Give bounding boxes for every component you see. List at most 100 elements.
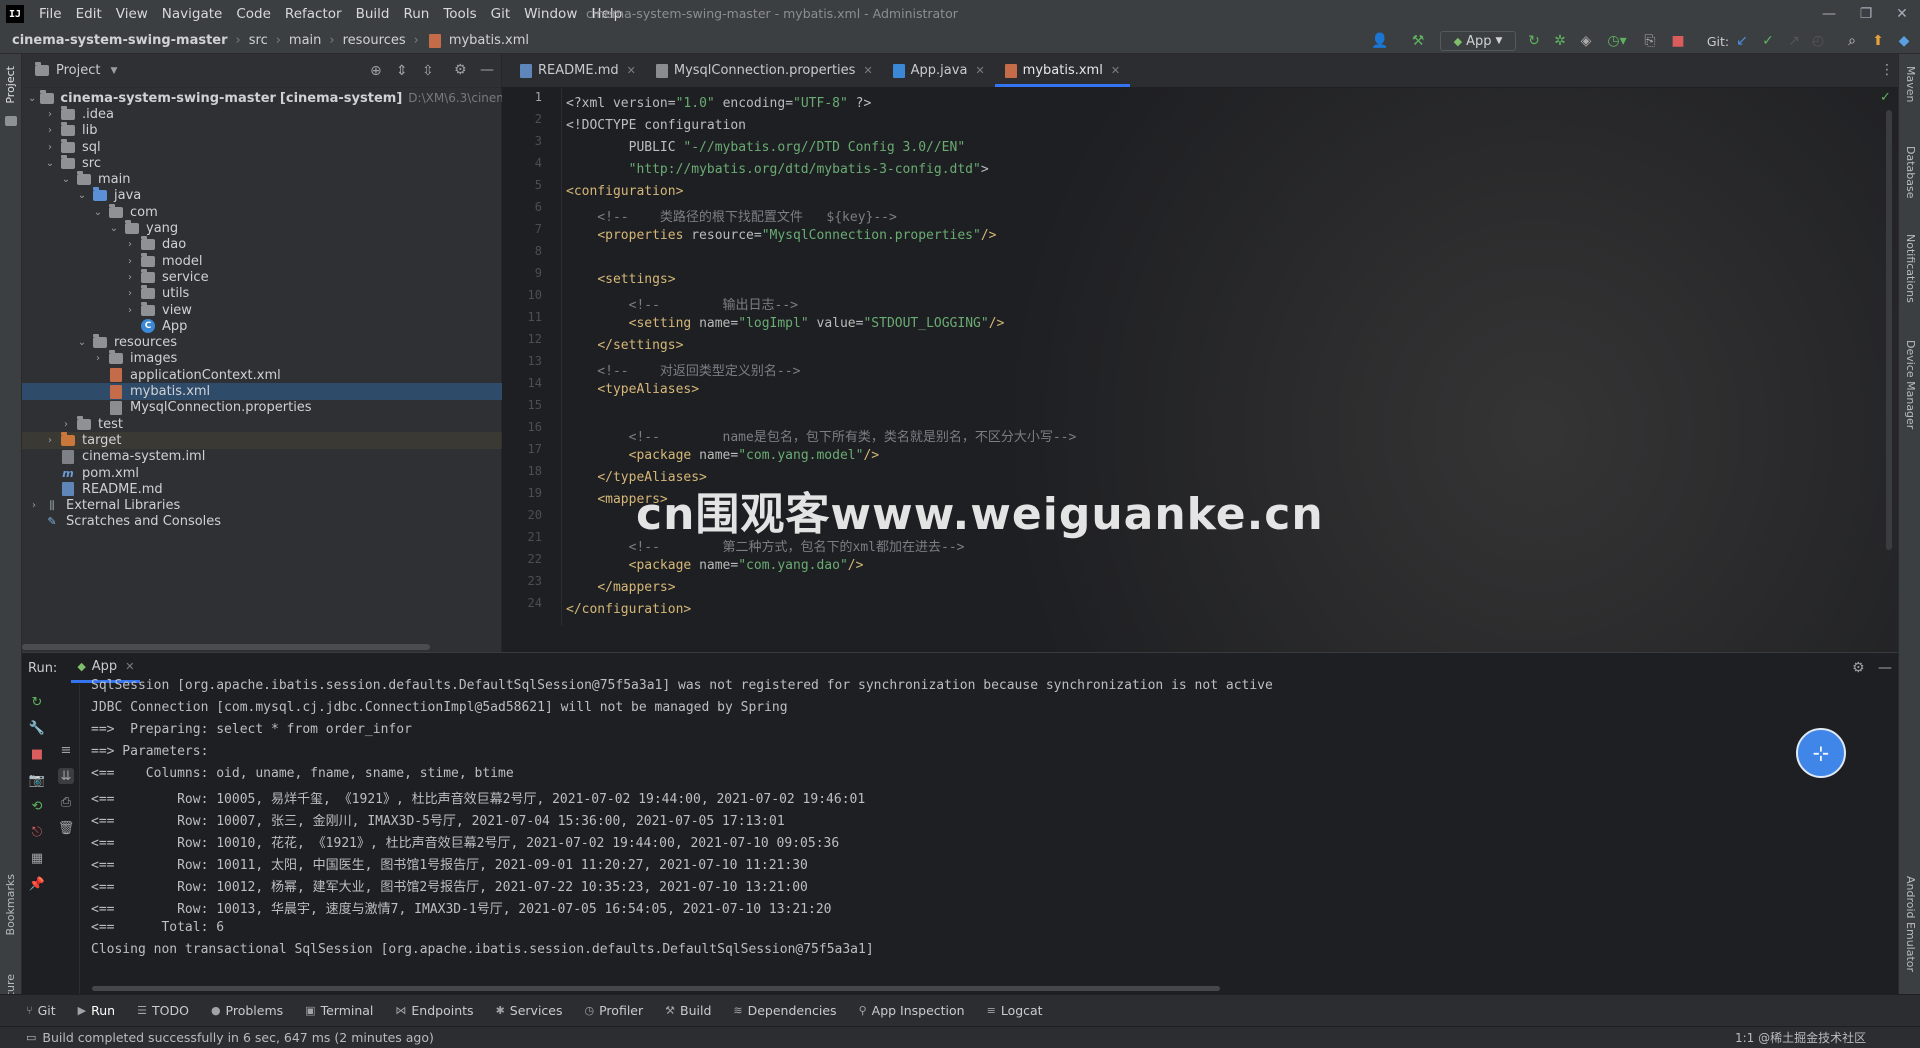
menu-view[interactable]: View (109, 0, 155, 28)
tree-item[interactable]: C App (22, 318, 502, 334)
restore-icon[interactable]: ❐ (1848, 0, 1884, 28)
code-line[interactable]: "http://mybatis.org/dtd/mybatis-3-config… (566, 162, 989, 177)
rerun-icon[interactable]: ↻ (29, 694, 45, 710)
breadcrumb-project[interactable]: cinema-system-swing-master (12, 33, 228, 48)
code-line[interactable]: <setting name="logImpl" value="STDOUT_LO… (566, 316, 1005, 331)
menu-refactor[interactable]: Refactor (278, 0, 349, 28)
stop-icon[interactable]: ■ (29, 746, 45, 762)
tree-item[interactable]: › dao (22, 236, 502, 253)
chevron-right-icon[interactable]: › (124, 272, 136, 283)
trash-icon[interactable]: 🗑 (58, 820, 75, 836)
tool-button-app-inspection[interactable]: ⚲ App Inspection (859, 1003, 965, 1018)
git-commit-icon[interactable]: ✓ (1758, 28, 1778, 54)
tree-item[interactable]: README.md (22, 481, 502, 497)
collapse-all-icon[interactable]: ⇳ (422, 63, 434, 79)
menu-navigate[interactable]: Navigate (155, 0, 230, 28)
code-line[interactable]: <!-- 输出日志--> (566, 294, 798, 313)
print-icon[interactable]: ⎙ (58, 794, 74, 810)
chevron-right-icon[interactable]: › (28, 500, 40, 511)
exit-icon[interactable]: ⎋ (29, 824, 45, 840)
tool-button-terminal[interactable]: ▣ Terminal (305, 1003, 373, 1018)
tree-item[interactable]: m pom.xml (22, 465, 502, 481)
gear-icon[interactable]: ⚙ (1852, 660, 1865, 676)
horizontal-scrollbar[interactable] (22, 644, 430, 650)
wrench-icon[interactable]: 🔧 (29, 720, 45, 736)
tool-button-endpoints[interactable]: ⋈ Endpoints (395, 1003, 473, 1018)
hide-panel-icon[interactable]: — (480, 62, 494, 78)
search-icon[interactable]: ⌕ (1842, 28, 1862, 54)
tree-item[interactable]: › test (22, 415, 502, 432)
database-tool-button[interactable]: Database (1904, 146, 1917, 199)
tool-button-git[interactable]: ⑂ Git (26, 1003, 56, 1018)
tool-button-todo[interactable]: ☰ TODO (137, 1003, 189, 1018)
maven-tool-button[interactable]: Maven (1904, 66, 1917, 102)
tree-item[interactable]: MysqlConnection.properties (22, 400, 502, 416)
close-tab-icon[interactable]: ✕ (863, 64, 872, 77)
tree-item[interactable]: ⌄ java (22, 187, 502, 204)
update-icon[interactable]: ⬆ (1868, 28, 1888, 54)
build-hammer-icon[interactable]: ⚒ (1406, 28, 1430, 54)
chevron-down-icon[interactable]: ⌄ (76, 190, 88, 201)
tree-item[interactable]: ⌄ com (22, 203, 502, 220)
plugin-icon[interactable]: ◆ (1894, 28, 1914, 54)
tree-item[interactable]: mybatis.xml (22, 383, 502, 400)
tool-button-problems[interactable]: ● Problems (211, 1003, 283, 1018)
close-tab-icon[interactable]: ✕ (125, 660, 134, 673)
menu-edit[interactable]: Edit (69, 0, 109, 28)
code-line[interactable]: <package name="com.yang.dao"/> (566, 558, 864, 573)
code-line[interactable]: <configuration> (566, 184, 683, 199)
code-line[interactable]: <package name="com.yang.model"/> (566, 448, 879, 463)
breadcrumb-resources[interactable]: resources (343, 33, 406, 48)
rerun-icon[interactable]: ↻ (1524, 28, 1544, 54)
profile-icon[interactable]: ◷▾ (1602, 28, 1632, 54)
chevron-right-icon[interactable]: › (44, 125, 56, 136)
menu-file[interactable]: File (32, 0, 69, 28)
chevron-down-icon[interactable]: ⌄ (44, 158, 56, 169)
project-tool-button[interactable]: Project (4, 66, 17, 104)
chevron-right-icon[interactable]: › (124, 239, 136, 250)
chevron-down-icon[interactable]: ⌄ (108, 223, 120, 234)
code-line[interactable]: </configuration> (566, 602, 691, 617)
chevron-right-icon[interactable]: › (44, 109, 56, 120)
code-line[interactable]: <!DOCTYPE configuration (566, 118, 746, 133)
stop-icon[interactable]: ■ (1668, 28, 1688, 54)
menu-code[interactable]: Code (229, 0, 278, 28)
tree-item[interactable]: › model (22, 252, 502, 269)
tree-item[interactable]: › .idea (22, 105, 502, 122)
tree-item[interactable]: ⌄ src (22, 154, 502, 171)
tree-item[interactable]: › lib (22, 122, 502, 139)
chevron-down-icon[interactable]: ⌄ (76, 337, 88, 348)
gear-icon[interactable]: ⚙ (454, 62, 467, 78)
user-icon[interactable]: 👤 (1366, 28, 1394, 54)
breadcrumb-file[interactable]: mybatis.xml (449, 33, 529, 48)
restore-layout-icon[interactable]: ⟲ (29, 798, 45, 814)
close-tab-icon[interactable]: ✕ (627, 64, 636, 77)
editor-tab[interactable]: App.java ✕ (883, 57, 995, 87)
project-view-selector[interactable]: Project (56, 63, 100, 78)
close-tab-icon[interactable]: ✕ (975, 64, 984, 77)
console-horizontal-scrollbar[interactable] (92, 986, 1220, 991)
git-push-icon[interactable]: ↗ (1784, 28, 1804, 54)
caret-position[interactable]: 1:1 @稀土掘金技术社区 (1735, 1027, 1866, 1048)
android-emulator-tool-button[interactable]: Android Emulator (1904, 876, 1917, 972)
pin-icon[interactable]: 📌 (29, 876, 45, 892)
close-icon[interactable]: ✕ (1884, 0, 1920, 28)
debug-icon[interactable]: ✲ (1550, 28, 1570, 54)
tool-button-services[interactable]: ✱ Services (496, 1003, 563, 1018)
code-line[interactable]: <settings> (566, 272, 675, 287)
tool-button-logcat[interactable]: ≡ Logcat (987, 1003, 1043, 1018)
chevron-down-icon[interactable]: ⌄ (28, 93, 36, 104)
close-tab-icon[interactable]: ✕ (1111, 64, 1120, 77)
camera-icon[interactable]: 📷 (29, 772, 45, 788)
code-line[interactable]: </settings> (566, 338, 683, 353)
tool-button-dependencies[interactable]: ≋ Dependencies (733, 1003, 836, 1018)
locate-icon[interactable]: ⊕ (370, 63, 382, 79)
menu-build[interactable]: Build (349, 0, 397, 28)
code-line[interactable]: <!-- 对返回类型定义别名--> (566, 360, 800, 379)
soft-wrap-icon[interactable]: ≡ (58, 742, 74, 758)
git-update-icon[interactable]: ↙ (1732, 28, 1752, 54)
editor-tab[interactable]: mybatis.xml ✕ (994, 57, 1131, 87)
minimize-icon[interactable]: — (1806, 0, 1852, 28)
code-line[interactable]: <typeAliases> (566, 382, 699, 397)
breadcrumb-main[interactable]: main (289, 33, 321, 48)
